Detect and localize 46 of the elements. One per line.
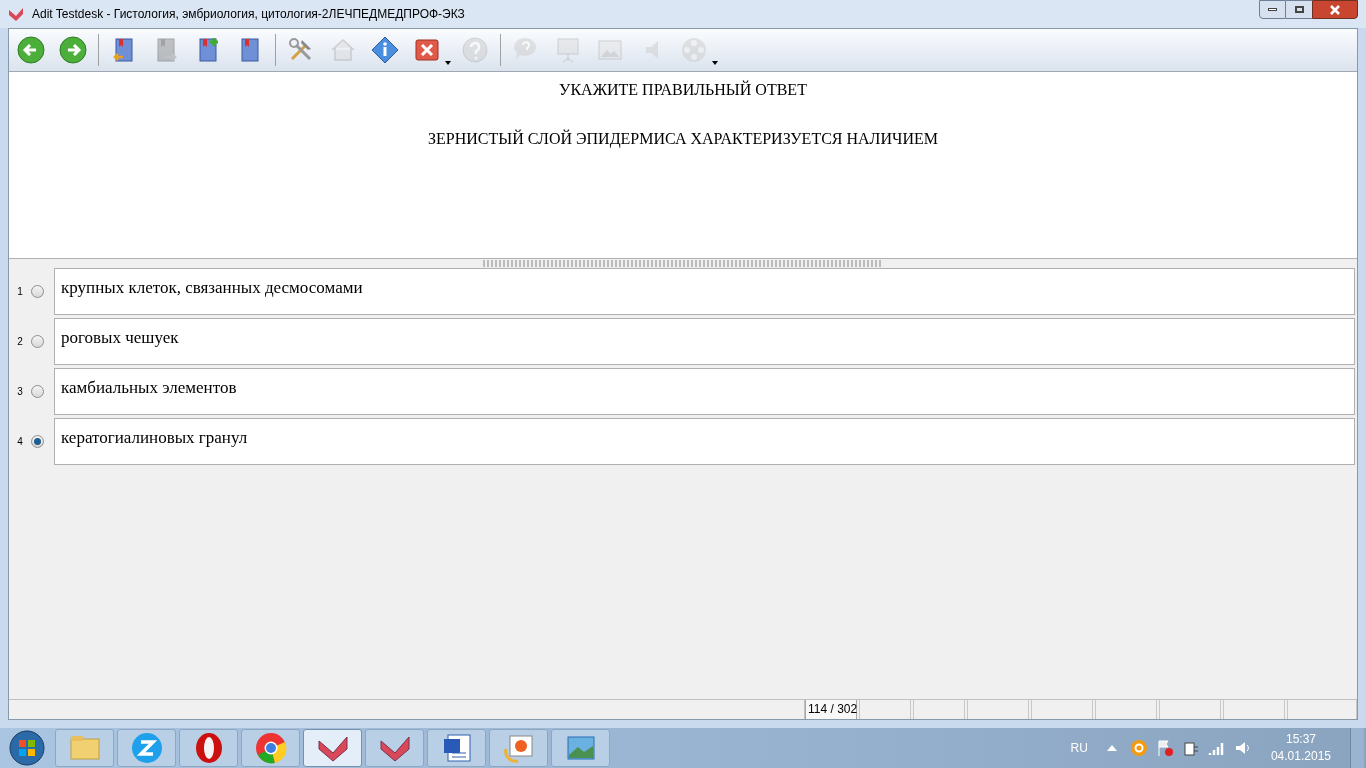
- app-logo-icon: [129, 731, 164, 765]
- taskbar-button[interactable]: [241, 729, 300, 767]
- minimize-button[interactable]: [1259, 0, 1286, 19]
- answer-option[interactable]: роговых чешуек: [54, 318, 1355, 365]
- maximize-button[interactable]: [1286, 0, 1312, 19]
- question-counter: 114 / 302: [805, 700, 857, 719]
- answer-number: 1: [16, 285, 24, 299]
- windows-logo-icon: [9, 730, 45, 766]
- dropdown-caret-icon: [712, 61, 718, 65]
- question-instruction: УКАЖИТЕ ПРАВИЛЬНЫЙ ОТВЕТ: [559, 79, 807, 100]
- radio-button[interactable]: [31, 335, 44, 348]
- answer-option[interactable]: крупных клеток, связанных десмосомами: [54, 268, 1355, 315]
- taskbar-button[interactable]: [489, 729, 548, 767]
- taskbar-button[interactable]: [117, 729, 176, 767]
- window-title: Adit Testdesk - Гистология, эмбриология, цитология-2ЛЕЧПЕДМЕДПРОФ-ЭКЗ: [32, 6, 465, 23]
- flag-error-icon[interactable]: [1155, 739, 1174, 757]
- chrome-icon: [253, 731, 288, 765]
- answer-option[interactable]: кератогиалиновых гранул: [54, 418, 1355, 465]
- taskbar-button[interactable]: [303, 729, 362, 767]
- info-icon: [370, 35, 400, 65]
- taskbar-button[interactable]: [427, 729, 486, 767]
- splitter-handle[interactable]: [483, 260, 883, 267]
- film-reel-icon: [679, 35, 709, 65]
- radio-button[interactable]: [31, 385, 44, 398]
- answer-option[interactable]: камбиальных элементов: [54, 368, 1355, 415]
- dropdown-caret-icon: [445, 61, 451, 65]
- answer-number: 3: [16, 385, 24, 399]
- clock-date: 04.01.2015: [1270, 748, 1331, 765]
- answer-number: 4: [16, 435, 24, 449]
- show-desktop-button[interactable]: [1350, 728, 1364, 768]
- help-icon: [460, 35, 490, 65]
- tray-expand-icon[interactable]: [1106, 745, 1117, 751]
- radio-button[interactable]: [31, 435, 44, 448]
- app-logo-icon: [8, 6, 24, 22]
- clock-time: 15:37: [1285, 731, 1316, 748]
- power-plug-icon[interactable]: [1181, 739, 1200, 757]
- taskbar-button[interactable]: [365, 729, 424, 767]
- close-icon: [1329, 4, 1341, 15]
- taskbar-button[interactable]: [179, 729, 238, 767]
- close-button[interactable]: [1312, 0, 1358, 19]
- speaker-icon[interactable]: [1233, 739, 1252, 757]
- radio-button[interactable]: [31, 285, 44, 298]
- answer-number: 2: [16, 335, 24, 349]
- question-text: ЗЕРНИСТЫЙ СЛОЙ ЭПИДЕРМИСА ХАРАКТЕРИЗУЕТСЯ НАЛИЧИЕМ: [428, 128, 938, 150]
- speaker-icon: [645, 40, 659, 60]
- tray-app-icon[interactable]: [1129, 739, 1148, 757]
